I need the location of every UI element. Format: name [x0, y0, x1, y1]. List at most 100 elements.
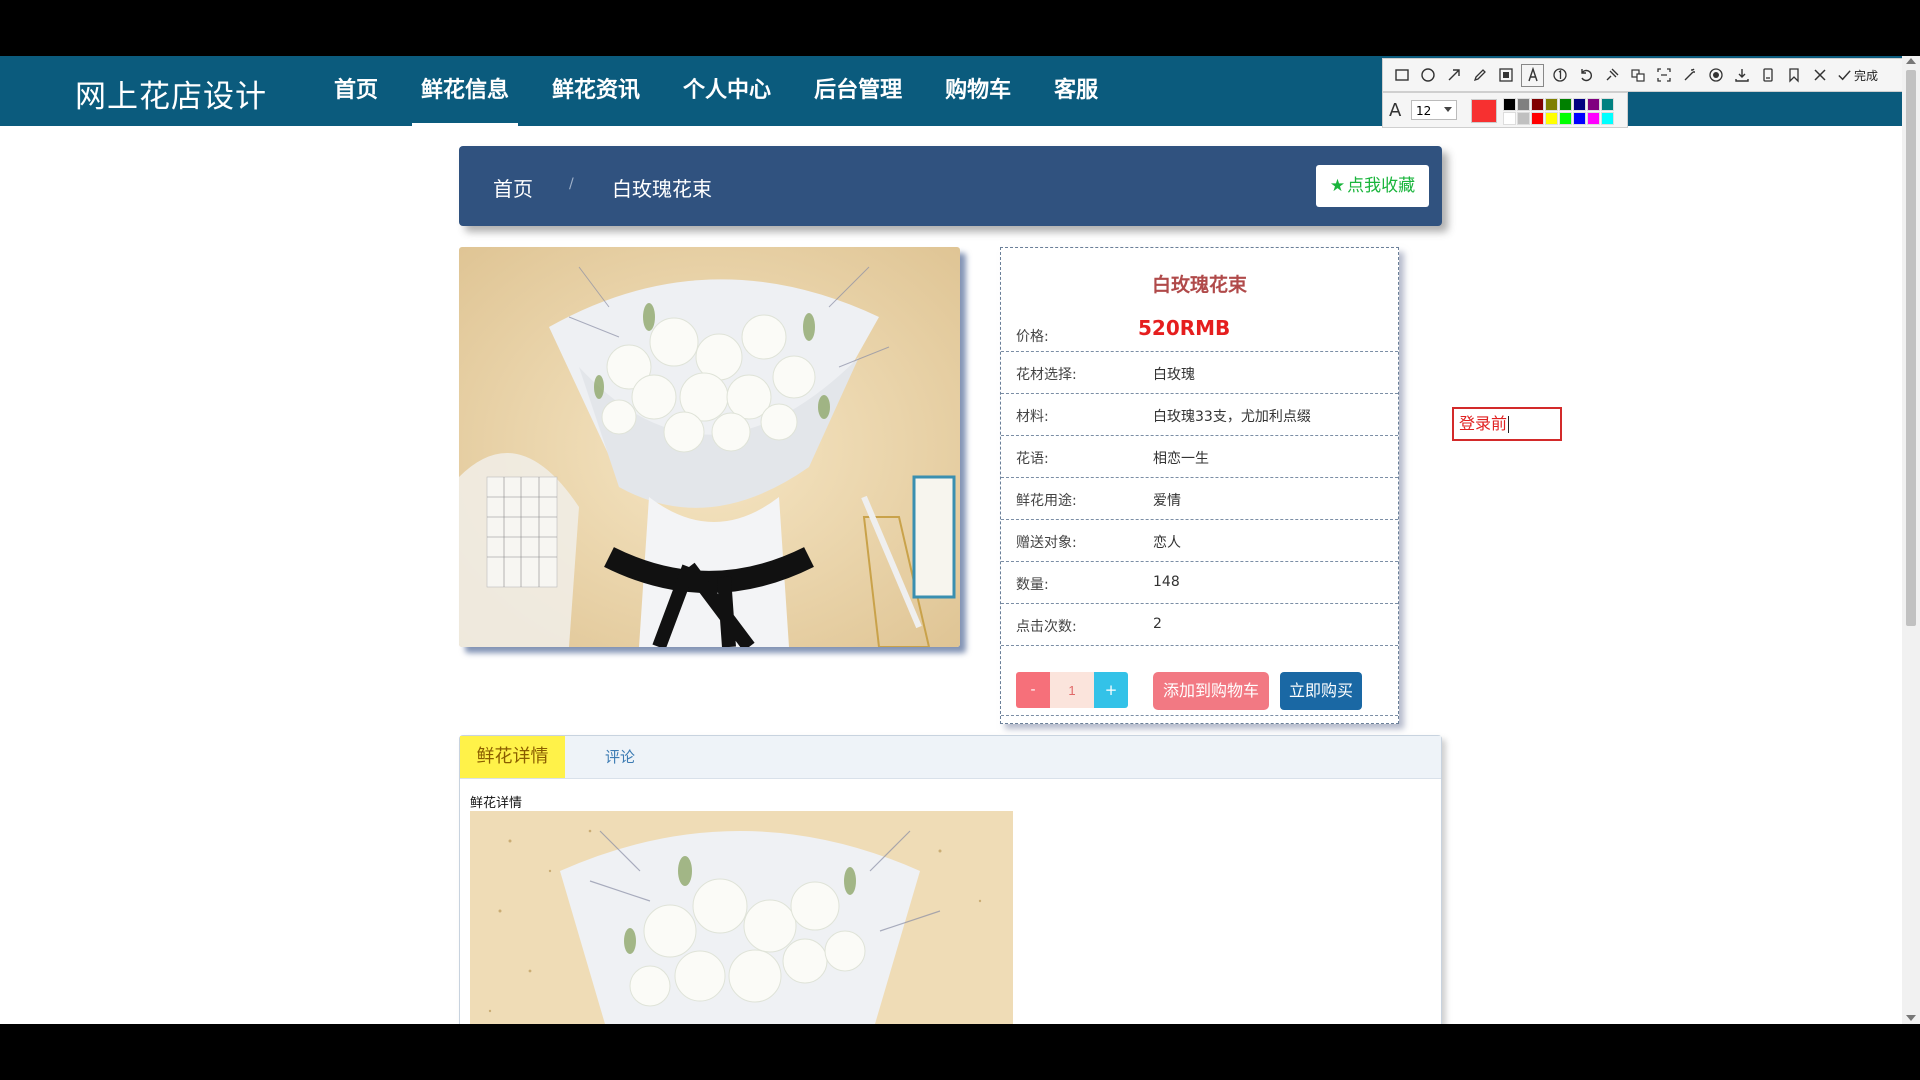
- info-value: 爱情: [1153, 493, 1181, 509]
- nav-item-flower-info[interactable]: 鲜花信息: [402, 56, 528, 126]
- pin-icon[interactable]: [1601, 65, 1622, 86]
- bouquet-detail-photo: [470, 811, 1013, 1024]
- font-size-value: 12: [1416, 104, 1432, 118]
- save-icon[interactable]: [1757, 65, 1778, 86]
- color-swatch[interactable]: [1517, 98, 1530, 111]
- nav-item-home[interactable]: 首页: [315, 56, 397, 126]
- color-swatch[interactable]: [1601, 112, 1614, 125]
- info-label: 数量:: [1016, 577, 1049, 593]
- info-value: 2: [1153, 616, 1162, 632]
- info-row-flower-language: 花语: 相恋一生: [1001, 436, 1398, 478]
- product-image[interactable]: [459, 247, 960, 647]
- color-swatch[interactable]: [1517, 112, 1530, 125]
- color-swatch[interactable]: [1559, 112, 1572, 125]
- info-row-usage: 鲜花用途: 爱情: [1001, 478, 1398, 520]
- nav-item-flower-news[interactable]: 鲜花资讯: [533, 56, 659, 126]
- chevron-down-icon: [1444, 107, 1452, 112]
- done-button[interactable]: 完成: [1837, 67, 1878, 84]
- color-swatch[interactable]: [1545, 112, 1558, 125]
- font-icon: A: [1389, 100, 1402, 121]
- tab-bar: 鲜花详情 评论: [460, 736, 1441, 779]
- mosaic-icon[interactable]: [1495, 65, 1516, 86]
- nav-item-admin[interactable]: 后台管理: [795, 56, 921, 126]
- current-color-swatch[interactable]: [1471, 99, 1497, 123]
- annotation-text-box[interactable]: 登录前: [1452, 407, 1562, 441]
- done-label: 完成: [1854, 68, 1879, 83]
- rectangle-icon[interactable]: [1391, 65, 1412, 86]
- info-value: 恋人: [1153, 535, 1181, 551]
- magic-icon[interactable]: [1679, 65, 1700, 86]
- site-brand[interactable]: 网上花店设计: [75, 71, 267, 116]
- record-icon[interactable]: [1705, 65, 1726, 86]
- breadcrumb-home[interactable]: 首页: [493, 173, 533, 202]
- info-label: 花材选择:: [1016, 367, 1077, 383]
- buy-now-button[interactable]: 立即购买: [1280, 672, 1362, 710]
- product-title: 白玫瑰花束: [1151, 274, 1247, 296]
- info-label: 材料:: [1016, 409, 1049, 425]
- number-icon[interactable]: [1549, 65, 1570, 86]
- quantity-increment-button[interactable]: +: [1094, 672, 1128, 708]
- purchase-actions: - + 添加到购物车 立即购买: [1001, 662, 1398, 716]
- color-swatch[interactable]: [1573, 98, 1586, 111]
- screenshot-tool-row: 完成: [1382, 58, 1920, 92]
- color-swatch[interactable]: [1559, 98, 1572, 111]
- scroll-down-icon[interactable]: [1906, 1015, 1916, 1021]
- add-to-cart-button[interactable]: 添加到购物车: [1153, 672, 1269, 710]
- breadcrumb: 首页 / 白玫瑰花束 ★ 点我收藏: [459, 146, 1442, 226]
- nav-item-personal-center[interactable]: 个人中心: [664, 56, 790, 126]
- screenshot-toolbar: 完成 A 12: [1382, 58, 1920, 128]
- color-swatch[interactable]: [1545, 98, 1558, 111]
- undo-icon[interactable]: [1575, 65, 1596, 86]
- price-row: 价格: 520RMB: [1001, 310, 1398, 352]
- ocr-icon[interactable]: [1653, 65, 1674, 86]
- color-swatch[interactable]: [1503, 98, 1516, 111]
- info-row-material-choice: 花材选择: 白玫瑰: [1001, 352, 1398, 394]
- color-swatch[interactable]: [1587, 112, 1600, 125]
- nav-item-cart[interactable]: 购物车: [926, 56, 1030, 126]
- text-cursor: [1508, 416, 1510, 433]
- translate-icon[interactable]: [1627, 65, 1648, 86]
- info-label: 花语:: [1016, 451, 1049, 467]
- color-swatch[interactable]: [1531, 98, 1544, 111]
- ellipse-icon[interactable]: [1417, 65, 1438, 86]
- quantity-decrement-button[interactable]: -: [1016, 672, 1050, 708]
- info-label: 点击次数:: [1016, 619, 1077, 635]
- info-value: 148: [1153, 574, 1180, 590]
- tab-comments[interactable]: 评论: [580, 736, 660, 778]
- scroll-up-icon[interactable]: [1906, 58, 1916, 64]
- screenshot-text-options: A 12: [1382, 92, 1628, 128]
- info-label: 鲜花用途:: [1016, 493, 1077, 509]
- info-row-clicks: 点击次数: 2: [1001, 604, 1398, 646]
- bookmark-icon[interactable]: [1783, 65, 1804, 86]
- favorite-button[interactable]: ★ 点我收藏: [1316, 165, 1429, 207]
- color-swatch[interactable]: [1503, 112, 1516, 125]
- info-row-recipient: 赠送对象: 恋人: [1001, 520, 1398, 562]
- info-label: 赠送对象:: [1016, 535, 1077, 551]
- text-icon[interactable]: [1521, 63, 1544, 87]
- font-size-select[interactable]: 12: [1411, 100, 1457, 120]
- price-label: 价格:: [1016, 329, 1049, 345]
- breadcrumb-current: 白玫瑰花束: [612, 177, 712, 201]
- product-info-panel: 白玫瑰花束 价格: 520RMB 花材选择: 白玫瑰 材料: 白玫瑰33支，尤加…: [1000, 247, 1399, 724]
- price-value: 520RMB: [1138, 316, 1231, 340]
- page-scrollbar[interactable]: [1902, 56, 1920, 1024]
- close-icon[interactable]: [1809, 65, 1830, 86]
- breadcrumb-separator: /: [569, 176, 574, 192]
- color-swatch[interactable]: [1573, 112, 1586, 125]
- color-swatch[interactable]: [1601, 98, 1614, 111]
- check-icon: [1838, 69, 1851, 80]
- detail-image: [470, 811, 1013, 1024]
- download-icon[interactable]: [1731, 65, 1752, 86]
- info-value: 白玫瑰: [1153, 367, 1195, 383]
- pen-icon[interactable]: [1469, 65, 1490, 86]
- scroll-thumb[interactable]: [1906, 70, 1916, 626]
- quantity-input[interactable]: [1050, 672, 1094, 708]
- color-swatch[interactable]: [1587, 98, 1600, 111]
- nav-item-service[interactable]: 客服: [1035, 56, 1117, 126]
- arrow-icon[interactable]: [1443, 65, 1464, 86]
- info-row-quantity: 数量: 148: [1001, 562, 1398, 604]
- info-value: 白玫瑰33支，尤加利点缀: [1153, 409, 1311, 425]
- tab-flower-detail[interactable]: 鲜花详情: [460, 736, 565, 778]
- color-swatch[interactable]: [1531, 112, 1544, 125]
- browser-viewport: 网上花店设计 首页 鲜花信息 鲜花资讯 个人中心 后台管理 购物车 客服 完成 …: [0, 56, 1920, 1024]
